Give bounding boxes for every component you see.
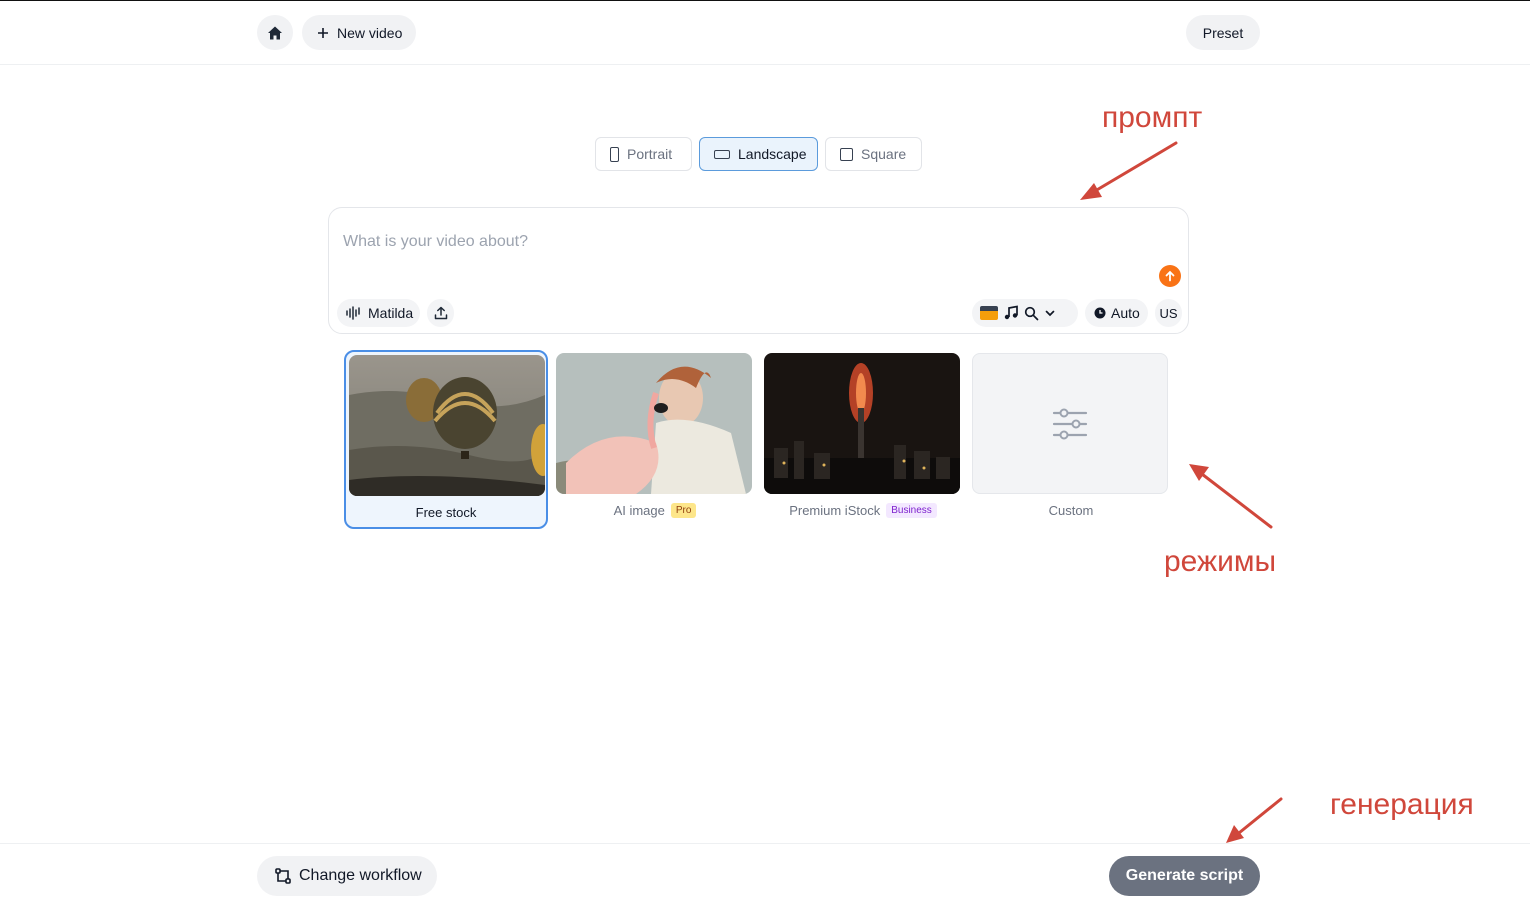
- home-button[interactable]: [257, 15, 293, 50]
- orientation-label: Portrait: [627, 146, 673, 162]
- duration-auto-button[interactable]: Auto: [1085, 299, 1148, 327]
- orientation-square[interactable]: Square: [825, 137, 922, 171]
- orientation-landscape[interactable]: Landscape: [699, 137, 818, 171]
- portrait-icon: [610, 146, 619, 162]
- mode-label: Premium iStock Business: [761, 503, 965, 518]
- annotation-modes: режимы: [1164, 545, 1277, 578]
- mode-name: Free stock: [415, 505, 477, 520]
- voice-waveform-icon: [346, 306, 360, 320]
- new-video-button[interactable]: New video: [302, 15, 416, 50]
- arrowhead-prompt: [1080, 183, 1102, 200]
- clock-icon: [1094, 307, 1106, 319]
- arrow-to-modes: [1196, 469, 1273, 529]
- chevron-down-icon: [1045, 310, 1055, 317]
- arrow-to-generate: [1232, 797, 1283, 839]
- preset-button[interactable]: Preset: [1186, 15, 1260, 50]
- orientation-label: Square: [861, 146, 907, 162]
- mode-name: AI image: [613, 503, 665, 518]
- mode-label: AI image Pro: [553, 503, 757, 518]
- upload-button[interactable]: [427, 299, 454, 327]
- change-workflow-button[interactable]: Change workflow: [257, 856, 437, 896]
- pro-badge: Pro: [670, 503, 697, 518]
- auto-label: Auto: [1111, 305, 1140, 321]
- bottom-bar: Change workflow Generate script: [0, 843, 1530, 905]
- arrowhead-generate: [1226, 825, 1244, 843]
- media-options-button[interactable]: [972, 299, 1078, 327]
- free-stock-thumbnail: [349, 355, 545, 496]
- mode-label: Free stock: [346, 505, 546, 520]
- change-workflow-label: Change workflow: [299, 867, 422, 884]
- clapperboard-icon: [980, 306, 998, 320]
- send-button[interactable]: [1159, 265, 1181, 287]
- voice-label: Matilda: [368, 305, 414, 321]
- orientation-label: Landscape: [738, 146, 807, 162]
- language-label: US: [1159, 305, 1178, 321]
- preset-label: Preset: [1202, 24, 1244, 41]
- mode-card-premium-istock[interactable]: Premium iStock Business: [761, 350, 965, 529]
- custom-thumbnail: [972, 353, 1168, 494]
- orientation-portrait[interactable]: Portrait: [595, 137, 692, 171]
- new-video-label: New video: [337, 24, 403, 41]
- annotation-prompt: промпт: [1102, 101, 1203, 134]
- mode-label: Custom: [969, 503, 1173, 518]
- mode-card-custom[interactable]: Custom: [969, 350, 1173, 529]
- ai-image-thumbnail: [556, 353, 752, 494]
- top-bar: New video Preset: [0, 1, 1530, 65]
- generate-script-button[interactable]: Generate script: [1109, 856, 1260, 896]
- annotation-generate: генерация: [1330, 788, 1474, 821]
- business-badge: Business: [886, 503, 937, 518]
- mode-name: Premium iStock: [789, 503, 881, 518]
- arrow-up-icon: [1165, 270, 1175, 282]
- home-icon: [268, 26, 282, 39]
- upload-icon: [434, 306, 447, 320]
- workflow-icon: [275, 868, 291, 884]
- mode-name: Custom: [1048, 503, 1094, 518]
- search-icon: [1024, 306, 1039, 320]
- generate-script-label: Generate script: [1125, 867, 1244, 884]
- music-icon: [1004, 305, 1018, 320]
- premium-istock-thumbnail: [764, 353, 960, 494]
- arrow-to-prompt: [1088, 141, 1178, 196]
- square-icon: [840, 147, 853, 161]
- voice-selector-button[interactable]: Matilda: [337, 299, 420, 327]
- landscape-icon: [714, 149, 730, 159]
- language-button[interactable]: US: [1155, 299, 1182, 327]
- sliders-icon: [1052, 408, 1088, 439]
- prompt-box: Matilda Auto US: [328, 207, 1189, 334]
- plus-icon: [318, 27, 328, 38]
- arrowhead-modes: [1189, 464, 1209, 481]
- prompt-input[interactable]: [343, 222, 1143, 262]
- mode-card-free-stock[interactable]: Free stock: [344, 350, 548, 529]
- mode-card-ai-image[interactable]: AI image Pro: [553, 350, 757, 529]
